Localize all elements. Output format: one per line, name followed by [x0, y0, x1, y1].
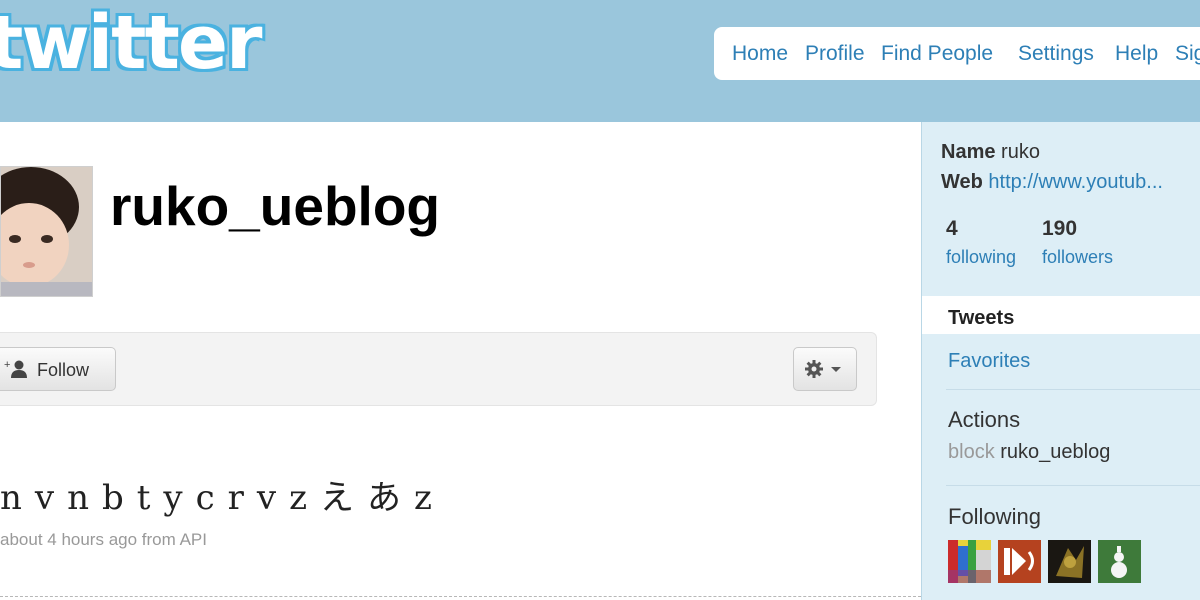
- avatar-image: [998, 540, 1041, 583]
- web-link[interactable]: http://www.youtub...: [988, 171, 1163, 193]
- svg-text:+: +: [4, 359, 10, 371]
- tweet-text: nvnbtycrvzえあz: [0, 478, 445, 518]
- tweet-meta[interactable]: about 4 hours ago from API: [0, 530, 207, 550]
- name-label: Name: [941, 141, 996, 163]
- tab-tweets-label[interactable]: Tweets: [948, 307, 1014, 330]
- top-nav: Home Profile Find People Settings Help S…: [714, 27, 1200, 80]
- gear-icon: [805, 360, 841, 378]
- tweet-divider: [0, 596, 921, 597]
- chevron-down-icon: [831, 367, 841, 372]
- block-user-row[interactable]: block ruko_ueblog: [948, 441, 1110, 464]
- add-user-icon: +: [4, 359, 27, 378]
- avatar-image: [1098, 540, 1141, 583]
- followers-count[interactable]: 190: [1042, 217, 1077, 241]
- followers-link[interactable]: followers: [1042, 247, 1113, 268]
- tab-favorites[interactable]: Favorites: [948, 350, 1030, 373]
- nav-find-people-link[interactable]: Find People: [881, 42, 993, 66]
- block-label[interactable]: block: [948, 441, 995, 463]
- twitter-logo[interactable]: twitter: [0, 6, 263, 80]
- block-username[interactable]: ruko_ueblog: [1000, 441, 1110, 463]
- follow-button-label: Follow: [37, 360, 90, 380]
- nav-help-link[interactable]: Help: [1115, 42, 1158, 66]
- profile-action-bar: [0, 332, 877, 406]
- avatar-image: [948, 540, 991, 583]
- following-link[interactable]: following: [946, 247, 1016, 268]
- following-heading: Following: [948, 504, 1041, 529]
- follow-button[interactable]: + Follow: [0, 347, 116, 391]
- web-label: Web: [941, 171, 983, 193]
- name-value: ruko: [1001, 141, 1040, 163]
- actions-heading: Actions: [948, 407, 1021, 432]
- following-avatar-2[interactable]: [998, 540, 1041, 583]
- sidebar-divider: [946, 389, 1200, 390]
- profile-username: ruko_ueblog: [110, 175, 441, 237]
- following-count[interactable]: 4: [946, 217, 958, 241]
- following-avatar-1[interactable]: [948, 540, 991, 583]
- following-avatar-4[interactable]: [1098, 540, 1141, 583]
- avatar-image: [1, 167, 92, 296]
- sidebar-name-row: Name ruko: [941, 141, 1040, 164]
- nav-profile-link[interactable]: Profile: [805, 42, 865, 66]
- sidebar-web-row: Web http://www.youtub...: [941, 171, 1163, 194]
- following-avatar-3[interactable]: [1048, 540, 1091, 583]
- nav-settings-link[interactable]: Settings: [1018, 42, 1094, 66]
- profile-avatar[interactable]: [0, 166, 93, 297]
- sidebar-divider: [946, 485, 1200, 486]
- nav-sign-out-link[interactable]: Sign out: [1175, 42, 1200, 66]
- nav-home-link[interactable]: Home: [732, 42, 788, 66]
- settings-dropdown-button[interactable]: [793, 347, 857, 391]
- header-bar: twitter Home Profile Find People Setting…: [0, 0, 1200, 122]
- avatar-image: [1048, 540, 1091, 583]
